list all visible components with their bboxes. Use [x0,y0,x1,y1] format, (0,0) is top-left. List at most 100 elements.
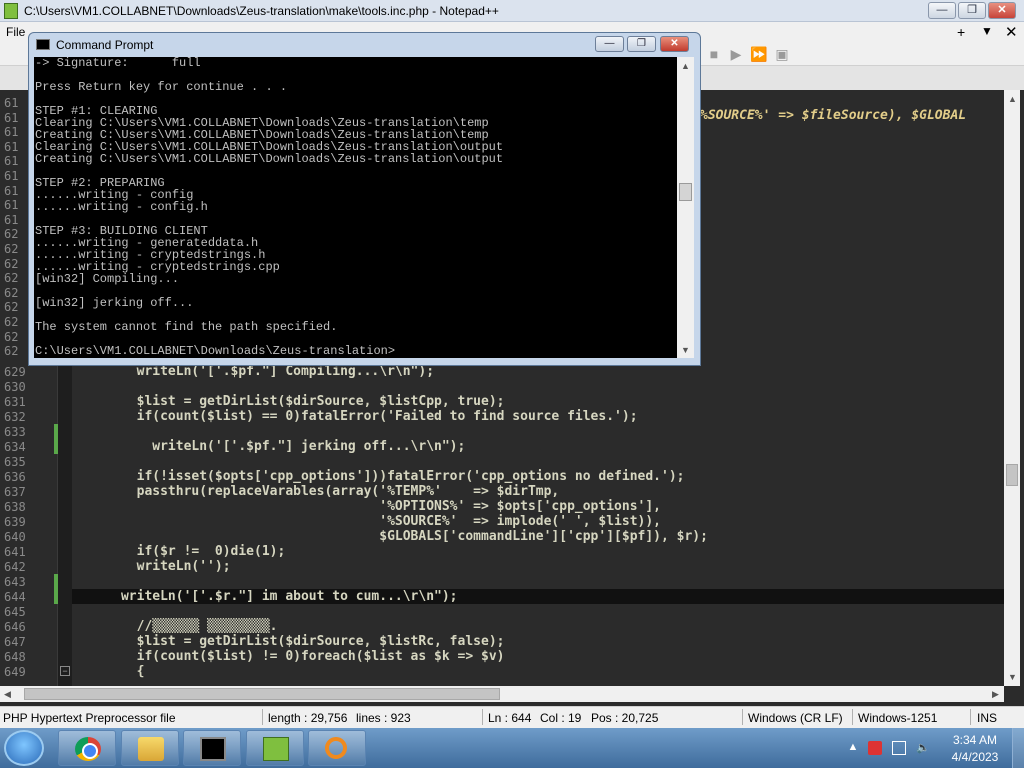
vertical-scroll-thumb[interactable] [1006,464,1018,486]
change-marker [54,424,58,454]
taskbar-chrome-button[interactable] [58,730,116,766]
cmd-scroll-thumb[interactable] [679,183,692,201]
chrome-icon [75,737,101,761]
npp-window-title: C:\Users\VM1.COLLABNET\Downloads\Zeus-tr… [24,4,499,18]
line-number: 637 [4,485,26,499]
new-tab-button[interactable]: + [957,24,965,40]
code-line: writeLn('['.$pf."] jerking off...\r\n"); [74,439,466,454]
save-macro-icon[interactable]: ▣ [774,46,790,62]
menu-file[interactable]: File [6,25,25,39]
close-document-button[interactable]: ✕ [1005,23,1018,41]
action-center-icon[interactable] [868,741,882,755]
clock-time[interactable]: 3:34 AM [948,733,1002,747]
line-number: 638 [4,500,26,514]
cmd-output: -> Signature: full Press Return key for … [35,57,504,358]
line-number: 635 [4,455,26,469]
taskbar-explorer-button[interactable] [121,730,179,766]
stop-recording-icon[interactable]: ■ [706,46,722,62]
code-line: if(!isset($opts['cpp_options']))fatalErr… [74,469,685,484]
line-number: 636 [4,470,26,484]
scroll-left-arrow-icon[interactable]: ◀ [4,689,11,700]
folder-icon [138,737,164,761]
cmd-vertical-scrollbar[interactable] [677,57,694,358]
line-number: 643 [4,575,26,589]
line-number: 642 [4,560,26,574]
show-desktop-button[interactable] [1012,728,1024,768]
cmd-window-title: Command Prompt [56,38,154,52]
cmd-minimize-button[interactable]: — [595,36,624,52]
close-icon: ✕ [997,4,1007,16]
line-number: 639 [4,515,26,529]
code-line: //▒▒▒▒▒▒ ▒▒▒▒▒▒▒▒. [74,619,278,634]
line-number: 646 [4,620,26,634]
status-file-type: PHP Hypertext Preprocessor file [3,711,176,725]
line-number: 647 [4,635,26,649]
code-line: $list = getDirList($dirSource, $listCpp,… [74,394,505,409]
status-col: Col : 19 [540,711,582,725]
status-eol[interactable]: Windows (CR LF) [748,711,843,725]
scroll-down-arrow-icon[interactable]: ▼ [681,345,690,355]
taskbar-search-button[interactable] [308,730,366,766]
status-length: length : 29,756 [268,711,348,725]
start-button[interactable] [4,730,44,766]
code-line: passthru(replaceVarables(array('%TEMP%' … [74,484,560,499]
line-number: 631 [4,395,26,409]
cmd-icon [200,737,226,761]
npp-close-button[interactable]: ✕ [988,2,1016,19]
code-line: $GLOBALS['commandLine']['cpp'][$pf]), $r… [74,529,708,544]
tab-list-button[interactable]: ▼ [981,24,993,38]
run-macro-multiple-icon[interactable]: ⏩ [750,46,767,62]
close-icon: ✕ [670,38,679,49]
taskbar-cmd-button[interactable] [183,730,241,766]
cmd-close-button[interactable]: ✕ [660,36,689,52]
line-number: 630 [4,380,26,394]
minimize-icon: — [936,4,948,16]
command-prompt-window[interactable]: Command Prompt — ❐ ✕ -> Signature: full … [28,32,701,366]
scroll-up-arrow-icon[interactable]: ▲ [681,61,690,71]
volume-icon[interactable]: 🔈 [916,741,930,755]
vertical-scrollbar[interactable] [1004,90,1020,686]
horizontal-scroll-thumb[interactable] [24,688,500,700]
npp-statusbar: PHP Hypertext Preprocessor file length :… [0,706,1024,728]
cmd-titlebar[interactable]: Command Prompt — ❐ ✕ [29,33,700,57]
notepadpp-icon [4,3,18,19]
status-insert-mode[interactable]: INS [977,711,997,725]
code-line: '%OPTIONS%' => $opts['cpp_options'], [74,499,661,514]
maximize-icon: ❐ [637,38,646,49]
status-lines: lines : 923 [356,711,411,725]
status-encoding[interactable]: Windows-1251 [858,711,937,725]
scroll-up-arrow-icon[interactable]: ▲ [1008,94,1017,104]
fold-toggle-icon[interactable]: − [60,666,70,676]
line-number: 645 [4,605,26,619]
code-line: writeLn('['.$r."] im about to cum...\r\n… [74,589,458,604]
code-line: if(count($list) == 0)fatalError('Failed … [74,409,638,424]
cmd-console[interactable]: -> Signature: full Press Return key for … [34,57,677,358]
npp-titlebar[interactable]: C:\Users\VM1.COLLABNET\Downloads\Zeus-tr… [0,0,1024,22]
line-number: 629 [4,365,26,379]
npp-maximize-button[interactable]: ❐ [958,2,986,19]
scroll-down-arrow-icon[interactable]: ▼ [1008,672,1017,682]
taskbar-notepadpp-button[interactable] [246,730,304,766]
change-marker [54,574,58,604]
playback-icon[interactable]: ▶ [728,46,744,62]
line-number: 641 [4,545,26,559]
line-number: 640 [4,530,26,544]
line-number: 633 [4,425,26,439]
status-pos: Pos : 20,725 [591,711,659,725]
code-line: writeLn(''); [74,559,231,574]
code-line: if(count($list) != 0)foreach($list as $k… [74,649,505,664]
code-line: $list = getDirList($dirSource, $listRc, … [74,634,505,649]
clock-date[interactable]: 4/4/2023 [948,750,1002,764]
code-line: writeLn('['.$pf."] Compiling...\r\n"); [74,364,435,379]
windows-taskbar: ▲ 🔈 3:34 AM 4/4/2023 [0,728,1024,768]
scroll-right-arrow-icon[interactable]: ▶ [992,689,999,700]
code-line: '%SOURCE%' => implode(' ', $list)), [74,514,661,529]
npp-minimize-button[interactable]: — [928,2,956,19]
code-line: { [74,664,145,679]
cmd-maximize-button[interactable]: ❐ [627,36,656,52]
network-icon[interactable] [892,741,906,755]
code-line: if($r != 0)die(1); [74,544,286,559]
code-line-fragment: %SOURCE%' => $fileSource), $GLOBAL [700,108,967,123]
tray-show-hidden-icon[interactable]: ▲ [846,741,860,755]
status-ln: Ln : 644 [488,711,532,725]
